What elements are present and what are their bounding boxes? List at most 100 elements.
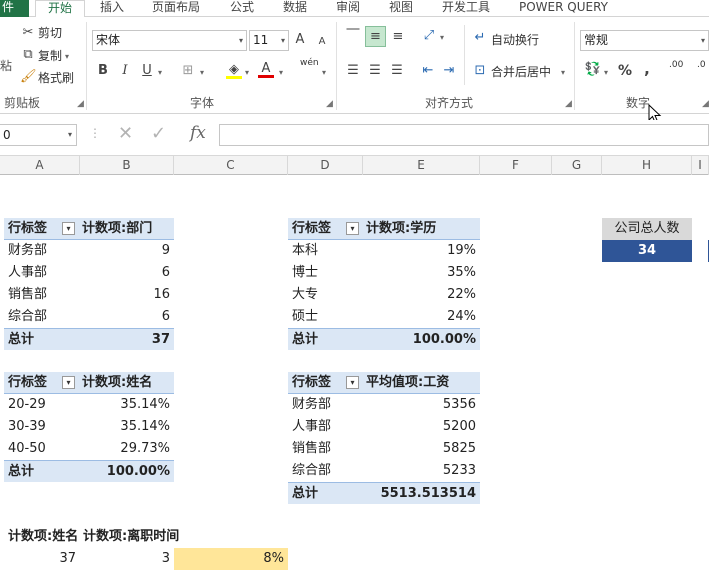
formula-input[interactable] — [219, 124, 709, 146]
tab-home[interactable]: 开始 — [35, 0, 85, 18]
paste-label[interactable]: 粘 — [0, 57, 12, 74]
comma-button[interactable]: , — [641, 60, 653, 78]
percent-button[interactable]: % — [617, 62, 633, 80]
phonetic-icon[interactable]: wén — [300, 58, 319, 68]
fill-color-icon[interactable]: ◈ — [226, 61, 242, 79]
cut-button[interactable]: 剪切 — [38, 24, 62, 41]
font-color-icon[interactable]: A — [258, 60, 274, 78]
row-label: 20-29 — [8, 397, 46, 412]
column-header-f[interactable]: F — [480, 156, 552, 175]
font-color-dropdown-icon[interactable]: ▾ — [279, 68, 283, 77]
pivot-count-leave-value: 3 — [161, 551, 170, 566]
row-label: 本科 — [292, 243, 319, 258]
value-field-header: 计数项:部门 — [82, 221, 153, 236]
filter-dropdown-icon[interactable]: ▾ — [346, 222, 359, 235]
row-labels-header: 行标签 — [292, 221, 332, 236]
currency-dropdown-icon[interactable]: ▾ — [604, 68, 608, 77]
tab-file[interactable]: 件 — [0, 0, 29, 17]
pivot-row: 人事部 5200 — [288, 416, 480, 438]
row-value: 5356 — [442, 397, 476, 412]
increase-decimal-button[interactable]: .00 — [669, 61, 683, 70]
copy-icon[interactable]: ⧉ — [20, 46, 36, 64]
align-middle-icon[interactable]: ≡ — [365, 26, 386, 47]
align-top-icon[interactable]: ⎺ — [344, 27, 362, 45]
font-size-select[interactable]: 11 ▾ — [249, 30, 289, 51]
tab-insert[interactable]: 插入 — [100, 0, 124, 17]
number-format-select[interactable]: 常规 ▾ — [580, 30, 709, 51]
enter-icon[interactable]: ✓ — [151, 123, 166, 144]
italic-button[interactable]: I — [118, 62, 132, 80]
number-launcher-icon[interactable]: ◢ — [702, 99, 709, 109]
cancel-icon[interactable]: ✕ — [118, 123, 133, 144]
column-header-c[interactable]: C — [174, 156, 288, 175]
underline-dropdown-icon[interactable]: ▾ — [158, 68, 162, 77]
align-bottom-icon[interactable]: ≡ — [389, 28, 407, 46]
tab-view[interactable]: 视图 — [389, 0, 413, 17]
increase-indent-icon[interactable]: ⇥ — [440, 62, 458, 80]
orientation-dropdown-icon[interactable]: ▾ — [440, 33, 444, 42]
bold-button[interactable]: B — [96, 62, 110, 80]
scissors-icon[interactable]: ✂ — [20, 24, 36, 42]
align-right-icon[interactable]: ☰ — [388, 62, 406, 80]
filter-dropdown-icon[interactable]: ▾ — [62, 222, 75, 235]
total-label: 总计 — [292, 332, 319, 347]
font-group-label: 字体 — [190, 96, 215, 110]
phonetic-dropdown-icon[interactable]: ▾ — [322, 68, 326, 77]
total-value: 100.00% — [412, 332, 476, 347]
row-label: 30-39 — [8, 419, 46, 434]
grow-font-icon[interactable]: A — [293, 31, 307, 49]
orientation-icon[interactable]: ⤢ — [420, 27, 438, 45]
column-header-g[interactable]: G — [552, 156, 602, 175]
row-label: 博士 — [292, 265, 319, 280]
copy-button[interactable]: 复制 — [38, 47, 62, 64]
pivot-row: 财务部 5356 — [288, 394, 480, 416]
tab-developer[interactable]: 开发工具 — [442, 0, 490, 17]
pivot-total-row: 总计 5513.513514 — [288, 482, 480, 504]
divider — [86, 22, 87, 110]
decrease-indent-icon[interactable]: ⇤ — [419, 62, 437, 80]
total-label: 总计 — [8, 464, 35, 479]
column-header-h[interactable]: H — [602, 156, 692, 175]
tab-review[interactable]: 审阅 — [336, 0, 360, 17]
alignment-launcher-icon[interactable]: ◢ — [565, 99, 572, 109]
filter-dropdown-icon[interactable]: ▾ — [62, 376, 75, 389]
borders-icon[interactable]: ⊞ — [180, 62, 196, 80]
align-center-icon[interactable]: ☰ — [366, 62, 384, 80]
insert-function-icon[interactable]: fx — [190, 123, 206, 143]
column-header-d[interactable]: D — [288, 156, 363, 175]
row-labels-header: 行标签 — [292, 375, 332, 390]
fill-dropdown-icon[interactable]: ▾ — [245, 68, 249, 77]
align-left-icon[interactable]: ☰ — [344, 62, 362, 80]
column-header-i[interactable]: I — [692, 156, 709, 175]
font-launcher-icon[interactable]: ◢ — [326, 99, 333, 109]
merge-center-button[interactable]: 合并后居中 — [491, 63, 551, 80]
shrink-font-icon[interactable]: A — [316, 33, 328, 51]
column-header-e[interactable]: E — [363, 156, 480, 175]
currency-icon[interactable]: 💱 — [584, 61, 602, 79]
column-header-b[interactable]: B — [80, 156, 174, 175]
clipboard-launcher-icon[interactable]: ◢ — [77, 99, 84, 109]
tab-page-layout[interactable]: 页面布局 — [152, 0, 200, 17]
row-value: 6 — [161, 309, 170, 324]
tab-power-query[interactable]: POWER QUERY — [519, 0, 608, 17]
pivot-row: 30-39 35.14% — [4, 416, 174, 438]
value-field-header: 平均值项:工资 — [366, 375, 450, 390]
format-painter-icon[interactable]: 🖌 — [20, 68, 37, 86]
filter-dropdown-icon[interactable]: ▾ — [346, 376, 359, 389]
column-header-a[interactable]: A — [0, 156, 80, 175]
format-painter-button[interactable]: 格式刷 — [38, 69, 74, 86]
wrap-text-button[interactable]: 自动换行 — [491, 31, 539, 48]
merge-dropdown-icon[interactable]: ▾ — [561, 68, 565, 77]
tab-data[interactable]: 数据 — [283, 0, 307, 17]
row-label: 人事部 — [8, 265, 48, 280]
merge-icon[interactable]: ⊡ — [472, 62, 488, 80]
divider — [574, 22, 575, 110]
wrap-text-icon[interactable]: ↵ — [472, 29, 488, 47]
tab-formulas[interactable]: 公式 — [230, 0, 254, 17]
name-box[interactable]: 0 ▾ — [0, 124, 77, 146]
copy-dropdown-icon[interactable]: ▾ — [65, 52, 69, 61]
decrease-decimal-button[interactable]: .0 — [697, 61, 706, 70]
borders-dropdown-icon[interactable]: ▾ — [200, 68, 204, 77]
underline-button[interactable]: U — [140, 62, 154, 80]
font-name-select[interactable]: 宋体 ▾ — [92, 30, 247, 51]
